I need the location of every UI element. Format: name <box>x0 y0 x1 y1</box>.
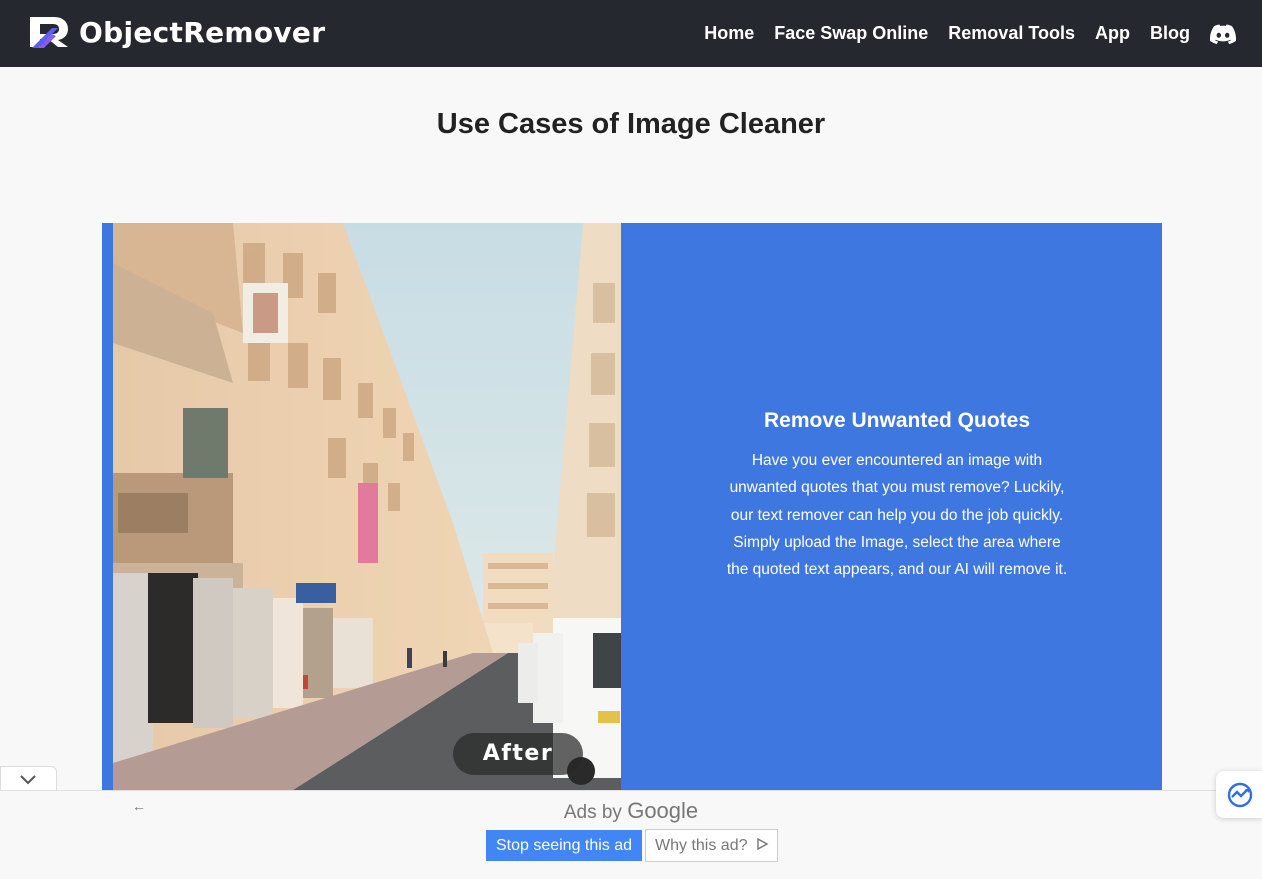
brand[interactable]: ObjectRemover <box>28 14 325 50</box>
street-after-image: After <box>113 223 621 790</box>
use-case-card: After Remove Unwanted Quotes Have you ev… <box>102 223 1162 790</box>
nav-face-swap-online[interactable]: Face Swap Online <box>774 23 928 44</box>
ads-by-google: Ads by Google <box>0 798 1262 824</box>
ad-collapse-toggle[interactable] <box>0 766 57 792</box>
nav-home[interactable]: Home <box>704 23 754 44</box>
nav-app[interactable]: App <box>1095 23 1130 44</box>
why-this-ad-label: Why this ad? <box>655 837 748 854</box>
stop-seeing-ad-button[interactable]: Stop seeing this ad <box>486 830 642 861</box>
brand-name: ObjectRemover <box>79 15 326 49</box>
after-label: After <box>453 733 583 775</box>
chat-widget-icon <box>1227 782 1253 808</box>
use-case-description: Have you ever encountered an image with … <box>726 452 1068 579</box>
use-case-heading: Remove Unwanted Quotes <box>763 409 1031 432</box>
street-scene-illustration <box>113 223 621 790</box>
floating-chat-widget[interactable] <box>1216 771 1262 818</box>
why-this-ad-button[interactable]: Why this ad? <box>645 829 778 862</box>
discord-icon[interactable] <box>1210 24 1236 44</box>
section-title: Use Cases of Image Cleaner <box>436 108 826 140</box>
main-nav: Home Face Swap Online Removal Tools App … <box>684 0 1236 67</box>
adchoices-play-icon <box>757 837 769 851</box>
nav-blog[interactable]: Blog <box>1150 23 1190 44</box>
objectremover-r-logo-icon <box>30 17 68 48</box>
ads-by-label: Ads by <box>563 802 622 823</box>
use-case-text: Remove Unwanted Quotes Have you ever enc… <box>722 409 1072 583</box>
nav-removal-tools[interactable]: Removal Tools <box>948 23 1075 44</box>
google-wordmark: Google <box>627 798 699 823</box>
top-navbar: ObjectRemover Home Face Swap Online Remo… <box>0 0 1262 67</box>
